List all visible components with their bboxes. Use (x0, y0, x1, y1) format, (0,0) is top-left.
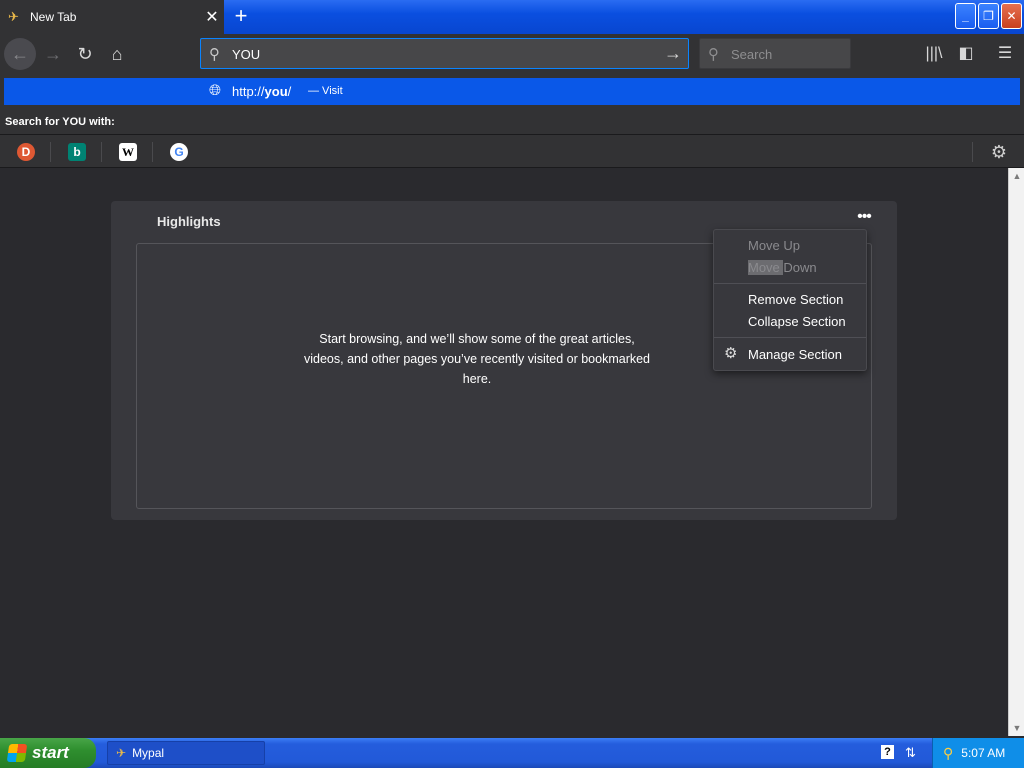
scroll-down-icon[interactable]: ▼ (1009, 720, 1024, 736)
clock[interactable]: 5:07 AM (961, 746, 1005, 760)
new-tab-button[interactable]: + (228, 4, 254, 30)
start-label: start (32, 743, 69, 762)
search-icon: ⚲ (209, 46, 220, 63)
menu-item-collapse-section[interactable]: Collapse Section (748, 314, 846, 329)
forward-button[interactable]: → (37, 38, 69, 70)
windows-logo-icon (6, 744, 28, 762)
autocomplete-suggestion[interactable]: 🌐︎ http://you/ — Visit (4, 78, 1020, 105)
section-title[interactable]: Highlights (157, 214, 221, 229)
sidebar-icon[interactable]: ◧ (954, 42, 978, 66)
autocomplete-popup: 🌐︎ http://you/ — Visit Search for YOU wi… (0, 74, 1024, 168)
duckduckgo-icon[interactable]: D (17, 143, 35, 161)
one-off-search-engines: D b W G ⚙ (0, 134, 1024, 168)
separator (50, 142, 51, 162)
section-context-menu: Move Up Move Down Remove Section Collaps… (713, 229, 867, 371)
menu-item-move-up[interactable]: Move Up (748, 238, 800, 253)
mypal-logo-icon: ✈ (8, 9, 19, 24)
menu-item-remove-section[interactable]: Remove Section (748, 292, 843, 307)
separator (101, 142, 102, 162)
search-icon: ⚲ (708, 46, 719, 63)
google-icon[interactable]: G (170, 143, 188, 161)
close-window-button[interactable]: ✕ (1001, 3, 1022, 29)
gear-icon: ⚙ (724, 345, 738, 362)
back-button[interactable]: ← (4, 38, 36, 70)
navigation-toolbar: ← → ↻ ⌂ ⚲ → ⚲ |||\ ◧ ☰ (0, 34, 1024, 74)
menu-separator (714, 283, 866, 284)
search-icon[interactable]: ⚲ (943, 745, 953, 762)
globe-icon: 🌐︎ (209, 82, 222, 99)
go-arrow-icon[interactable]: → (664, 43, 682, 64)
search-input[interactable] (731, 46, 841, 62)
library-icon[interactable]: |||\ (922, 42, 946, 66)
taskbar: start ✈ Mypal ? ⇅ ⚲ 5:07 AM (0, 738, 1024, 768)
url-input[interactable] (232, 45, 652, 63)
suggestion-action: — Visit (308, 85, 343, 97)
menu-separator (714, 337, 866, 338)
mypal-logo-icon: ✈ (116, 746, 127, 760)
bing-icon[interactable]: b (68, 143, 86, 161)
more-options-icon[interactable]: ••• (851, 209, 877, 229)
reload-button[interactable]: ↻ (69, 38, 101, 70)
help-icon[interactable]: ? (881, 745, 894, 759)
start-button[interactable]: start (0, 738, 96, 768)
suggestion-url: http://you/ (232, 84, 292, 99)
tab-new-tab[interactable]: ✈ New Tab ✕ (0, 0, 224, 34)
home-button[interactable]: ⌂ (101, 38, 133, 70)
gear-icon[interactable]: ⚙ (988, 141, 1010, 163)
url-bar[interactable]: ⚲ → (200, 38, 689, 69)
wikipedia-icon[interactable]: W (119, 143, 137, 161)
separator (972, 142, 973, 162)
tab-title: New Tab (30, 10, 77, 24)
search-bar[interactable]: ⚲ (699, 38, 851, 69)
hamburger-menu-icon[interactable]: ☰ (993, 42, 1017, 66)
task-label: Mypal (132, 746, 165, 760)
close-tab-icon[interactable]: ✕ (200, 7, 224, 27)
system-tray: ⚲ 5:07 AM (932, 738, 1024, 768)
network-icon[interactable]: ⇅ (905, 745, 916, 761)
scroll-up-icon[interactable]: ▲ (1009, 168, 1024, 184)
menu-item-manage-section[interactable]: Manage Section (748, 347, 842, 362)
search-with-label: Search for YOU with: (5, 116, 115, 128)
empty-state-message: Start browsing, and we’ll show some of t… (303, 332, 651, 386)
menu-item-move-down[interactable]: Move Down (748, 260, 817, 275)
separator (152, 142, 153, 162)
minimize-button[interactable]: _ (955, 3, 976, 29)
restore-button[interactable]: ❐ (978, 3, 999, 29)
scrollbar[interactable]: ▲ ▼ (1008, 168, 1024, 736)
title-bar: ✈ New Tab ✕ + _ ❐ ✕ (0, 0, 1024, 34)
taskbar-item-mypal[interactable]: ✈ Mypal (107, 741, 265, 765)
